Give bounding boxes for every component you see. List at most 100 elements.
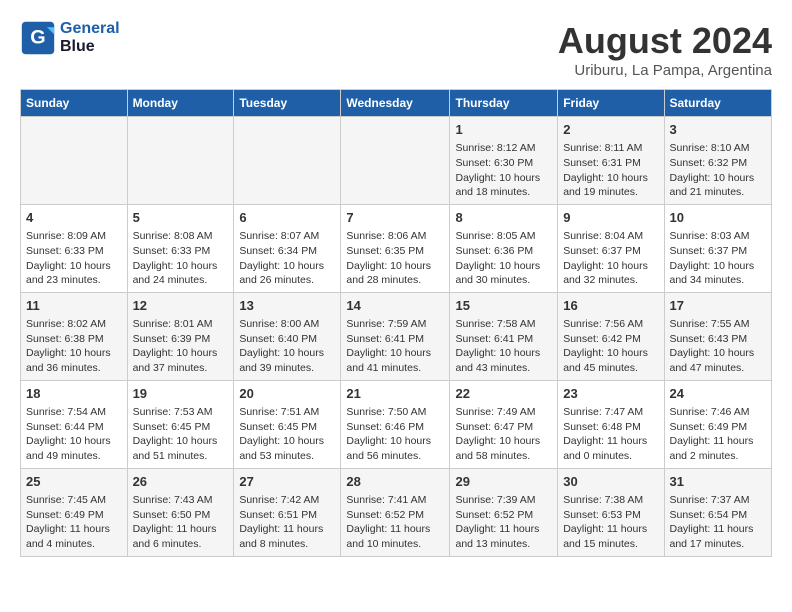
- day-number: 26: [133, 473, 229, 491]
- page-header: G General Blue August 2024 Uriburu, La P…: [20, 20, 772, 79]
- day-number: 14: [346, 297, 444, 315]
- calendar-cell: 26 Sunrise: 7:43 AMSunset: 6:50 PMDayligh…: [127, 468, 234, 556]
- calendar-cell: 7 Sunrise: 8:06 AMSunset: 6:35 PMDaylight…: [341, 204, 450, 292]
- day-number: 17: [670, 297, 767, 315]
- day-number: 16: [563, 297, 658, 315]
- day-info: Sunrise: 8:00 AMSunset: 6:40 PMDaylight:…: [239, 317, 335, 376]
- day-number: 27: [239, 473, 335, 491]
- calendar-cell: [21, 117, 128, 205]
- calendar-cell: 15Sunrise: 7:58 AMSunset: 6:41 PMDayligh…: [450, 292, 558, 380]
- day-number: 24: [670, 385, 767, 403]
- day-info: Sunrise: 7:58 AMSunset: 6:41 PMDaylight:…: [455, 317, 552, 376]
- week-row-2: 4Sunrise: 8:09 AMSunset: 6:33 PMDaylight…: [21, 204, 772, 292]
- day-number: 3: [670, 121, 767, 139]
- calendar-cell: 10 Sunrise: 8:03 AMSunset: 6:37 PMDayligh…: [664, 204, 772, 292]
- day-number: 20: [239, 385, 335, 403]
- calendar-cell: 16 Sunrise: 7:56 AMSunset: 6:42 PMDayligh…: [558, 292, 664, 380]
- calendar-cell: 21 Sunrise: 7:50 AMSunset: 6:46 PMDayligh…: [341, 380, 450, 468]
- day-number: 30: [563, 473, 658, 491]
- day-info: Sunrise: 8:05 AMSunset: 6:36 PMDaylight:…: [455, 229, 552, 288]
- day-info: Sunrise: 8:02 AMSunset: 6:38 PMDaylight:…: [26, 317, 122, 376]
- weekday-header-row: SundayMondayTuesdayWednesdayThursdayFrid…: [21, 90, 772, 117]
- day-info: Sunrise: 7:38 AMSunset: 6:53 PMDaylight:…: [563, 493, 658, 552]
- calendar-cell: 22 Sunrise: 7:49 AMSunset: 6:47 PMDayligh…: [450, 380, 558, 468]
- day-number: 11: [26, 297, 122, 315]
- calendar-table: SundayMondayTuesdayWednesdayThursdayFrid…: [20, 89, 772, 557]
- day-info: Sunrise: 7:59 AMSunset: 6:41 PMDaylight:…: [346, 317, 444, 376]
- week-row-1: 1 Sunrise: 8:12 AMSunset: 6:30 PMDaylight…: [21, 117, 772, 205]
- calendar-cell: 17 Sunrise: 7:55 AMSunset: 6:43 PMDayligh…: [664, 292, 772, 380]
- calendar-cell: 6Sunrise: 8:07 AMSunset: 6:34 PMDaylight…: [234, 204, 341, 292]
- day-info: Sunrise: 7:51 AMSunset: 6:45 PMDaylight:…: [239, 405, 335, 464]
- logo: G General Blue: [20, 20, 120, 56]
- day-number: 22: [455, 385, 552, 403]
- day-info: Sunrise: 8:10 AMSunset: 6:32 PMDaylight:…: [670, 141, 767, 200]
- day-number: 12: [133, 297, 229, 315]
- calendar-cell: 8 Sunrise: 8:05 AMSunset: 6:36 PMDaylight…: [450, 204, 558, 292]
- weekday-header-thursday: Thursday: [450, 90, 558, 117]
- day-number: 6: [239, 209, 335, 227]
- day-number: 10: [670, 209, 767, 227]
- weekday-header-friday: Friday: [558, 90, 664, 117]
- day-info: Sunrise: 8:06 AMSunset: 6:35 PMDaylight:…: [346, 229, 444, 288]
- day-info: Sunrise: 7:53 AMSunset: 6:45 PMDaylight:…: [133, 405, 229, 464]
- location-subtitle: Uriburu, La Pampa, Argentina: [558, 62, 772, 79]
- calendar-cell: 13 Sunrise: 8:00 AMSunset: 6:40 PMDayligh…: [234, 292, 341, 380]
- calendar-cell: 1 Sunrise: 8:12 AMSunset: 6:30 PMDaylight…: [450, 117, 558, 205]
- day-number: 1: [455, 121, 552, 139]
- calendar-cell: 30 Sunrise: 7:38 AMSunset: 6:53 PMDayligh…: [558, 468, 664, 556]
- day-info: Sunrise: 8:08 AMSunset: 6:33 PMDaylight:…: [133, 229, 229, 288]
- calendar-cell: 4Sunrise: 8:09 AMSunset: 6:33 PMDaylight…: [21, 204, 128, 292]
- calendar-cell: 18Sunrise: 7:54 AMSunset: 6:44 PMDayligh…: [21, 380, 128, 468]
- day-number: 18: [26, 385, 122, 403]
- calendar-cell: 28Sunrise: 7:41 AMSunset: 6:52 PMDayligh…: [341, 468, 450, 556]
- week-row-4: 18Sunrise: 7:54 AMSunset: 6:44 PMDayligh…: [21, 380, 772, 468]
- calendar-cell: 19 Sunrise: 7:53 AMSunset: 6:45 PMDayligh…: [127, 380, 234, 468]
- logo-text: General Blue: [60, 20, 120, 56]
- day-info: Sunrise: 7:43 AMSunset: 6:50 PMDaylight:…: [133, 493, 229, 552]
- calendar-cell: [341, 117, 450, 205]
- day-number: 13: [239, 297, 335, 315]
- day-info: Sunrise: 7:55 AMSunset: 6:43 PMDaylight:…: [670, 317, 767, 376]
- weekday-header-wednesday: Wednesday: [341, 90, 450, 117]
- calendar-cell: 9Sunrise: 8:04 AMSunset: 6:37 PMDaylight…: [558, 204, 664, 292]
- week-row-3: 11 Sunrise: 8:02 AMSunset: 6:38 PMDayligh…: [21, 292, 772, 380]
- day-info: Sunrise: 7:42 AMSunset: 6:51 PMDaylight:…: [239, 493, 335, 552]
- day-number: 7: [346, 209, 444, 227]
- calendar-cell: 24Sunrise: 7:46 AMSunset: 6:49 PMDayligh…: [664, 380, 772, 468]
- day-info: Sunrise: 8:01 AMSunset: 6:39 PMDaylight:…: [133, 317, 229, 376]
- day-info: Sunrise: 7:37 AMSunset: 6:54 PMDaylight:…: [670, 493, 767, 552]
- day-number: 21: [346, 385, 444, 403]
- day-info: Sunrise: 7:50 AMSunset: 6:46 PMDaylight:…: [346, 405, 444, 464]
- weekday-header-tuesday: Tuesday: [234, 90, 341, 117]
- svg-text:G: G: [30, 26, 45, 48]
- calendar-cell: 5 Sunrise: 8:08 AMSunset: 6:33 PMDaylight…: [127, 204, 234, 292]
- weekday-header-sunday: Sunday: [21, 90, 128, 117]
- day-number: 8: [455, 209, 552, 227]
- day-info: Sunrise: 7:56 AMSunset: 6:42 PMDaylight:…: [563, 317, 658, 376]
- day-number: 23: [563, 385, 658, 403]
- week-row-5: 25 Sunrise: 7:45 AMSunset: 6:49 PMDayligh…: [21, 468, 772, 556]
- day-info: Sunrise: 8:12 AMSunset: 6:30 PMDaylight:…: [455, 141, 552, 200]
- title-block: August 2024 Uriburu, La Pampa, Argentina: [558, 20, 772, 79]
- day-info: Sunrise: 7:49 AMSunset: 6:47 PMDaylight:…: [455, 405, 552, 464]
- calendar-cell: 3 Sunrise: 8:10 AMSunset: 6:32 PMDaylight…: [664, 117, 772, 205]
- calendar-cell: [127, 117, 234, 205]
- calendar-cell: [234, 117, 341, 205]
- day-number: 2: [563, 121, 658, 139]
- day-info: Sunrise: 7:39 AMSunset: 6:52 PMDaylight:…: [455, 493, 552, 552]
- calendar-cell: 29 Sunrise: 7:39 AMSunset: 6:52 PMDayligh…: [450, 468, 558, 556]
- weekday-header-saturday: Saturday: [664, 90, 772, 117]
- day-number: 29: [455, 473, 552, 491]
- day-number: 4: [26, 209, 122, 227]
- logo-icon: G: [20, 20, 56, 56]
- calendar-cell: 12 Sunrise: 8:01 AMSunset: 6:39 PMDayligh…: [127, 292, 234, 380]
- day-info: Sunrise: 8:04 AMSunset: 6:37 PMDaylight:…: [563, 229, 658, 288]
- day-number: 25: [26, 473, 122, 491]
- calendar-cell: 11 Sunrise: 8:02 AMSunset: 6:38 PMDayligh…: [21, 292, 128, 380]
- day-info: Sunrise: 8:11 AMSunset: 6:31 PMDaylight:…: [563, 141, 658, 200]
- day-info: Sunrise: 7:45 AMSunset: 6:49 PMDaylight:…: [26, 493, 122, 552]
- day-number: 5: [133, 209, 229, 227]
- day-info: Sunrise: 8:03 AMSunset: 6:37 PMDaylight:…: [670, 229, 767, 288]
- day-number: 19: [133, 385, 229, 403]
